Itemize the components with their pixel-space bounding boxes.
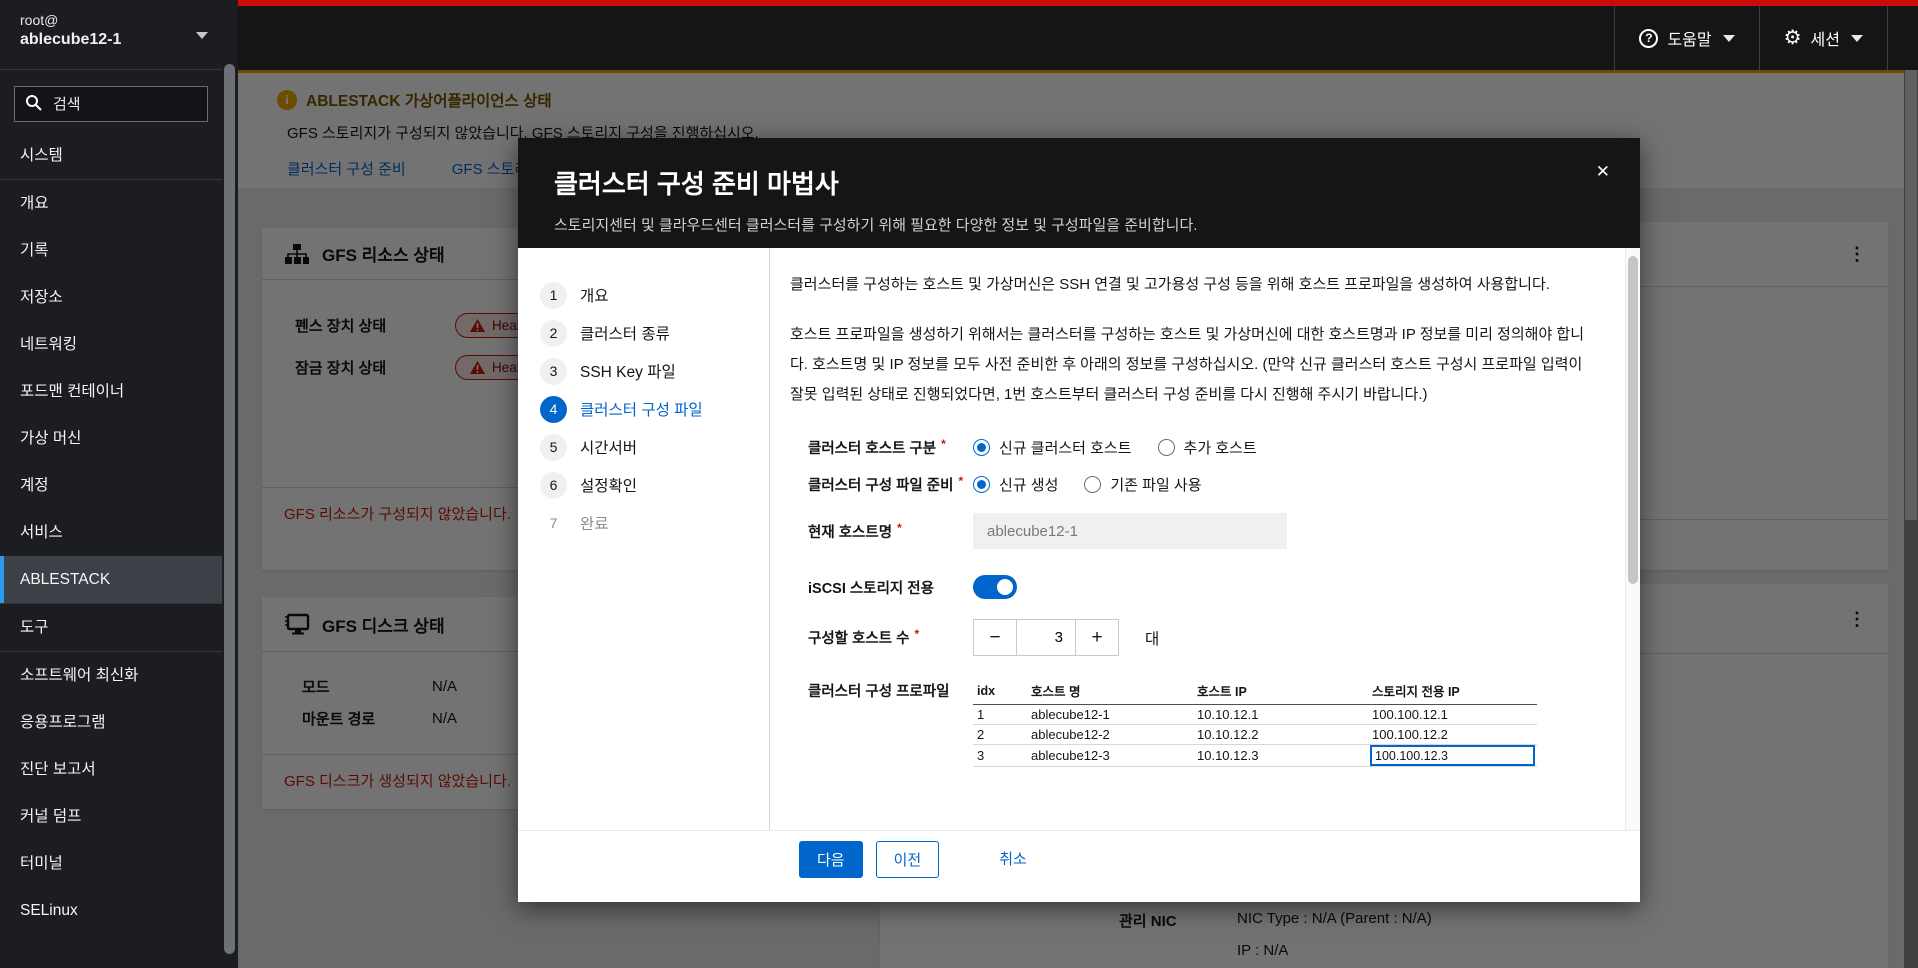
sidebar-item-podman[interactable]: 포드맨 컨테이너	[0, 368, 222, 415]
search-icon	[25, 94, 42, 111]
current-hostname: ablecube12-1	[20, 31, 122, 48]
next-button[interactable]: 다음	[799, 841, 863, 878]
step-cluster-type[interactable]: 2 클러스터 종류	[518, 314, 769, 352]
sidebar-item-overview[interactable]: 개요	[0, 180, 222, 227]
chevron-down-icon	[196, 32, 208, 39]
chevron-down-icon	[1722, 34, 1735, 42]
step-complete: 7 완료	[549, 515, 609, 533]
required-asterisk: *	[897, 520, 902, 535]
radio-additional-host[interactable]: 추가 호스트	[1157, 437, 1257, 458]
wizard-scrollbar[interactable]	[1625, 248, 1640, 830]
session-label: 세션	[1810, 32, 1840, 49]
wizard-steps-nav: 1 개요 2 클러스터 종류 3 SSH Key 파일 4 클러스터 구성 파일…	[518, 248, 770, 830]
radio-new-cluster-host[interactable]: 신규 클러스터 호스트	[973, 437, 1132, 458]
wizard-footer: 다음 이전 취소	[518, 830, 1640, 902]
cluster-host-type-row: 클러스터 호스트 구분 * 신규 클러스터 호스트 추가 호스트	[808, 437, 1257, 458]
table-row: 2 ablecube12-2 10.10.12.2 100.100.12.2	[973, 724, 1537, 745]
sidebar-item-applications[interactable]: 응용프로그램	[0, 699, 222, 746]
session-menu-button[interactable]: ⚙ 세션	[1758, 6, 1888, 70]
sidebar-scrollbar-thumb[interactable]	[224, 64, 235, 954]
sidebar-item-software-updates[interactable]: 소프트웨어 최신화	[0, 652, 222, 699]
radio-selected-icon	[973, 439, 990, 456]
plus-button[interactable]: +	[1075, 619, 1119, 656]
cluster-profile-row: 클러스터 구성 프로파일 idx 호스트 명 호스트 IP 스토리지 전용 IP…	[790, 680, 1590, 767]
radio-existing-file[interactable]: 기존 파일 사용	[1084, 474, 1202, 495]
step-time-server[interactable]: 5 시간서버	[518, 428, 769, 466]
sidebar: root@ ablecube12-1 시스템 개요 기록 저장소 네트워킹 포드…	[0, 0, 222, 968]
instructions-paragraph: 호스트 프로파일을 생성하기 위해서는 클러스터를 구성하는 호스트 및 가상머…	[790, 326, 1585, 403]
gear-icon: ⚙	[1783, 27, 1802, 49]
minus-button[interactable]: −	[973, 619, 1017, 656]
wizard-step-content: 클러스터를 구성하는 호스트 및 가상머신은 SSH 연결 및 고가용성 구성 …	[770, 248, 1640, 830]
sidebar-item-networking[interactable]: 네트워킹	[0, 321, 222, 368]
sidebar-item-logs[interactable]: 기록	[0, 227, 222, 274]
radio-new-file[interactable]: 신규 생성	[973, 474, 1058, 495]
chevron-down-icon	[1851, 34, 1863, 42]
cluster-profile-table: idx 호스트 명 호스트 IP 스토리지 전용 IP 1 ablecube12…	[973, 680, 1537, 767]
host-count-unit: 대	[1145, 630, 1160, 648]
required-asterisk: *	[914, 627, 920, 641]
sidebar-item-accounts[interactable]: 계정	[0, 462, 222, 509]
sidebar-item-terminal[interactable]: 터미널	[0, 840, 222, 887]
host-count-row: 구성할 호스트 수* − + 대	[790, 619, 1590, 656]
wizard-header: 클러스터 구성 준비 마법사 스토리지센터 및 클라우드센터 클러스터를 구성하…	[518, 138, 1640, 248]
table-row: 1 ablecube12-1 10.10.12.1 100.100.12.1	[973, 704, 1537, 725]
step-confirm-settings[interactable]: 6 설정확인	[518, 466, 769, 504]
wizard-scrollbar-thumb[interactable]	[1628, 256, 1638, 584]
radio-unselected-icon	[1157, 439, 1175, 456]
step-overview[interactable]: 1 개요	[518, 276, 769, 314]
sidebar-item-diagnostic-reports[interactable]: 진단 보고서	[0, 746, 222, 793]
config-file-prep-row: 클러스터 구성 파일 준비 * 신규 생성 기존 파일 사용	[808, 474, 1202, 495]
prev-button[interactable]: 이전	[875, 841, 940, 878]
sidebar-item-ablestack[interactable]: ABLESTACK	[0, 556, 222, 603]
intro-paragraph: 클러스터를 구성하는 호스트 및 가상머신은 SSH 연결 및 고가용성 구성 …	[790, 276, 1550, 293]
user-prefix: root@	[20, 12, 59, 28]
sidebar-scrollbar[interactable]	[222, 0, 238, 968]
required-asterisk: *	[941, 437, 946, 451]
radio-unselected-icon	[1084, 476, 1102, 493]
sidebar-item-storage[interactable]: 저장소	[0, 274, 222, 321]
sidebar-item-system[interactable]: 시스템	[0, 132, 222, 179]
step-ssh-key-file[interactable]: 3 SSH Key 파일	[518, 352, 769, 390]
required-asterisk: *	[958, 474, 964, 488]
sidebar-item-virtual-machines[interactable]: 가상 머신	[0, 415, 222, 462]
host-switcher[interactable]: root@ ablecube12-1	[0, 0, 222, 70]
help-icon: ?	[1639, 28, 1659, 48]
iscsi-only-row: iSCSI 스토리지 전용	[790, 575, 1590, 599]
sidebar-item-tools[interactable]: 도구	[0, 604, 222, 651]
help-menu-button[interactable]: ? 도움말	[1614, 6, 1758, 70]
current-hostname-field	[973, 513, 1287, 549]
step-cluster-config-file[interactable]: 4 클러스터 구성 파일	[518, 390, 769, 428]
sidebar-item-services[interactable]: 서비스	[0, 509, 222, 556]
sidebar-nav: 시스템 개요 기록 저장소 네트워킹 포드맨 컨테이너 가상 머신 계정 서비스…	[0, 132, 222, 934]
sidebar-item-kernel-dump[interactable]: 커널 덤프	[0, 793, 222, 840]
table-row: 3 ablecube12-3 10.10.12.3	[973, 744, 1537, 767]
cancel-button[interactable]: 취소	[989, 841, 1037, 876]
storage-ip-edit-field[interactable]	[1370, 745, 1535, 766]
cluster-wizard-modal: 클러스터 구성 준비 마법사 스토리지센터 및 클라우드센터 클러스터를 구성하…	[518, 138, 1640, 902]
iscsi-toggle-on[interactable]	[973, 575, 1017, 599]
wizard-subtitle: 스토리지센터 및 클라우드센터 클러스터를 구성하기 위해 필요한 다양한 정보…	[554, 217, 1198, 234]
radio-selected-icon	[973, 476, 990, 493]
current-hostname-row: 현재 호스트명 *	[790, 513, 1590, 549]
host-count-field[interactable]	[1017, 619, 1075, 656]
masthead: ? 도움말 ⚙ 세션	[238, 0, 1918, 70]
sidebar-item-selinux[interactable]: SELinux	[0, 887, 222, 934]
close-icon[interactable]: ✕	[1596, 162, 1610, 182]
wizard-title: 클러스터 구성 준비 마법사	[554, 169, 839, 199]
help-label: 도움말	[1667, 32, 1712, 49]
search-input[interactable]	[14, 86, 208, 122]
quantity-stepper: − + 대	[973, 619, 1159, 656]
